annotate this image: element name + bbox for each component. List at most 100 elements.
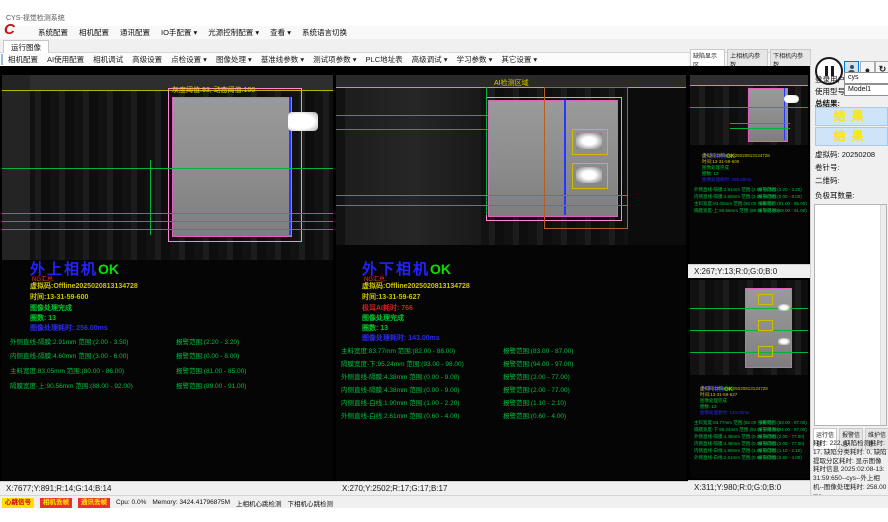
- neg-tab-count-label: 负极耳数量:: [815, 190, 855, 201]
- measure-text: 外侧直线-隔膜:2.91mm 范围:(2.00 - 3.50): [10, 339, 128, 346]
- middle-camera-view[interactable]: AI检测区域 外下相机OK NG汇总: 虚拟码:Offline202502081…: [336, 75, 686, 480]
- model-input[interactable]: Model1: [844, 84, 888, 96]
- toolbar-test-params[interactable]: 测试项参数 ▾: [313, 54, 356, 65]
- menu-items: 系统配置 相机配置 通讯配置 IO手配置 ▾ 光源控制配置 ▾ 查看 ▾ 系统语…: [38, 27, 347, 38]
- alarm-range: 报警范围:(2.00 - 77.00): [503, 384, 570, 394]
- login-user-input[interactable]: cys: [844, 72, 888, 84]
- sv2-green-line-1: [690, 308, 808, 309]
- toolbar-ai-use-config[interactable]: AI使用配置: [47, 54, 84, 65]
- sv2-meas-row: 外侧直线-白线:2.61mm 范围:(0.60 - 4.00)报警范围:(0.6…: [694, 455, 806, 461]
- menu-item-view[interactable]: 查看 ▾: [270, 27, 291, 38]
- left-camera-view[interactable]: 灰度阈值:93, 动态阈值:100 外上相机OK NG汇总: 虚拟码:Offli…: [2, 75, 333, 480]
- toolbar-other-settings[interactable]: 其它设置 ▾: [501, 54, 537, 65]
- scrollbar[interactable]: [880, 205, 886, 425]
- left-result-ok: OK: [98, 261, 119, 277]
- sv2-elapsed: 图像处理耗时: 143.00ms: [700, 410, 749, 416]
- login-user-label: 登录用户:: [815, 74, 847, 85]
- menu-item-system-config[interactable]: 系统配置: [38, 27, 68, 38]
- menu-item-camera-config[interactable]: 相机配置: [79, 27, 109, 38]
- measurement-row: 外侧直线-隔膜:4.38mm 范围:(0.00 - 9.00) 报警范围:(2.…: [341, 371, 685, 381]
- alarm-range: 报警范围:(2.20 - 3.20): [176, 336, 239, 346]
- sv1-meas-row: 隔膜宽度-上:90.56mm 范围:(88.00 - 92.00)报警范围:(8…: [694, 208, 806, 214]
- measurement-row: 内侧直线-隔膜:4.60mm 范围:(3.00 - 6.00) 报警范围:(0.…: [10, 350, 330, 360]
- mid-green-line-3: [336, 195, 628, 196]
- left-green-line-4: [2, 229, 333, 230]
- toolbar-accent: [1, 54, 3, 65]
- app-logo-icon: C: [4, 22, 15, 37]
- result-box-lower: 结果: [815, 127, 888, 146]
- left-loop-text: 圈数: 13: [30, 313, 56, 323]
- measurement-row: 主料宽度:83.77mm 范围:(82.00 - 88.00) 报警范围:(83…: [341, 345, 685, 355]
- sv2-tab-roi-3: [758, 346, 773, 357]
- toolbar-learning-params[interactable]: 学习参数 ▾: [456, 54, 492, 65]
- left-white-connector: [288, 112, 318, 131]
- toolbar-baseline-params[interactable]: 基准线参数 ▾: [261, 54, 304, 65]
- sv2-meas-row: 主料宽度:83.77mm 范围:(82.00 - 88.00)报警范围:(83.…: [694, 420, 806, 426]
- virtual-code-row: 虚拟码: 20250208: [815, 149, 875, 160]
- defect-view-1-statusbar: X:267;Y:13;R:0;G:0;B:0: [688, 264, 814, 278]
- alarm-range: 报警范围:(83.00 - 87.00): [503, 345, 573, 355]
- toolbar-spotcheck-settings[interactable]: 点检设置 ▾: [171, 54, 207, 65]
- needle-label: 卷针号:: [815, 162, 840, 173]
- measurement-row: 主料宽度:83.05mm 范围:(80.00 - 86.00) 报警范围:(81…: [10, 365, 330, 375]
- menu-item-io-config[interactable]: IO手配置 ▾: [161, 27, 197, 38]
- mid-ai-time-text: 极耳AI耗时: 766: [362, 303, 413, 313]
- sv1-yellow-line: [690, 85, 808, 86]
- right-control-panel: ● ↻ 登录用户: cys 使用型号: Model1 总结果: 结果 结果 虚拟…: [810, 52, 888, 495]
- mid-blue-edge-line: [564, 100, 566, 215]
- measure-text: 主料宽度:83.05mm 范围:(80.00 - 86.00): [10, 368, 124, 375]
- menu-item-light-config[interactable]: 光源控制配置 ▾: [208, 27, 259, 38]
- upper-camera-heartbeat: 上相机心跳检测: [236, 498, 282, 508]
- mid-ai-roi-box: [544, 87, 628, 229]
- mid-result-ok: OK: [430, 261, 451, 277]
- mid-elapsed-text: 图像处理耗时: 143.00ms: [362, 333, 440, 343]
- sv2-alarm: 报警范围:(2.00 - 77.00): [758, 434, 804, 440]
- toolbar-advanced-settings[interactable]: 高级设置: [132, 54, 162, 65]
- sv1-green-line-1: [690, 107, 808, 108]
- toolbar-image-processing[interactable]: 图像处理 ▾: [216, 54, 252, 65]
- mid-ai-area-label: AI检测区域: [494, 78, 529, 88]
- sv1-part-image: [748, 88, 788, 142]
- sv2-alarm: 报警范围:(0.60 - 4.00): [758, 455, 802, 461]
- menu-item-comm-config[interactable]: 通讯配置: [120, 27, 150, 38]
- sv2-alarm: 报警范围:(94.00 - 97.00): [758, 427, 807, 433]
- sv1-white-connector: [784, 95, 799, 103]
- defect-view-2[interactable]: 外下相机OK 虚拟码:Offline2025020813134728 时间:13…: [690, 280, 808, 478]
- left-threshold-text: 灰度阈值:93, 动态阈值:100: [172, 85, 255, 95]
- sv2-metal-tab-2: [778, 338, 790, 345]
- sv2-meas-row: 内侧直线-白线:1.90mm 范围:(1.00 - 2.20)报警范围:(1.1…: [694, 448, 806, 454]
- sv1-meas-row: 内侧直线-隔膜:4.60mm 范围:(3.00 - 6.00)报警范围:(0.0…: [694, 194, 806, 200]
- mid-scene-rightdark: [628, 75, 686, 245]
- menu-item-language-switch[interactable]: 系统语言切换: [302, 27, 347, 38]
- toolbar-camera-config[interactable]: 相机配置: [8, 54, 38, 65]
- result-listbox[interactable]: [814, 204, 887, 426]
- virtual-code-label: 虚拟码:: [815, 150, 840, 159]
- left-green-line-2: [2, 213, 333, 214]
- sv1-topband: [690, 75, 808, 85]
- left-part-image: [172, 97, 292, 237]
- measure-text: 主料宽度:83.77mm 范围:(82.00 - 88.00): [341, 348, 455, 355]
- sv2-green-line-2: [690, 330, 808, 331]
- toolbar-camera-debug[interactable]: 相机调试: [93, 54, 123, 65]
- defect-view-1[interactable]: 外上相机OK 虚拟码:Offline2025020813134728 时间:13…: [690, 75, 808, 264]
- left-barcode-text: 虚拟码:Offline2025020813134728: [30, 281, 138, 291]
- alarm-range: 报警范围:(0.00 - 8.00): [176, 350, 239, 360]
- qr-code-label: 二维码:: [815, 175, 840, 186]
- defect-view-2-statusbar: X:311;Y:980;R:0;G:0;B:0: [688, 480, 814, 495]
- sv2-tab-roi-1: [758, 294, 773, 305]
- camera-dropframe-badge: 相机丢帧: [40, 498, 72, 508]
- sv2-alarm: 报警范围:(2.00 - 77.00): [758, 441, 804, 447]
- result-box-upper: 结果: [815, 107, 888, 126]
- measurement-row: 隔膜宽度-上:90.56mm 范围:(88.00 - 92.00) 报警范围:(…: [10, 380, 330, 390]
- mid-green-line-2: [336, 129, 488, 130]
- alarm-range: 报警范围:(2.00 - 77.00): [503, 371, 570, 381]
- left-view-statusbar: X:7677;Y:891;R:14;G:14;B:14: [0, 481, 340, 496]
- toolbar-advanced-debug[interactable]: 高级调试 ▾: [412, 54, 448, 65]
- toolbar-plc-address-table[interactable]: PLC地址表: [366, 54, 403, 65]
- measure-text: 隔膜宽度-下:95.24mm 范围:(93.00 - 98.00): [341, 361, 464, 368]
- sv2-alarm: 报警范围:(83.00 - 87.00): [758, 420, 807, 426]
- measure-text: 内侧直线-白线:1.90mm 范围:(1.00 - 2.20): [341, 400, 459, 407]
- measurement-row: 内侧直线-白线:1.90mm 范围:(1.00 - 2.20) 报警范围:(1.…: [341, 397, 685, 407]
- sv1-meas-row: 外侧直线-隔膜:2.91mm 范围:(2.00 - 3.50)报警范围:(2.2…: [694, 187, 806, 193]
- sv1-alarm: 报警范围:(81.00 - 85.00): [758, 201, 807, 207]
